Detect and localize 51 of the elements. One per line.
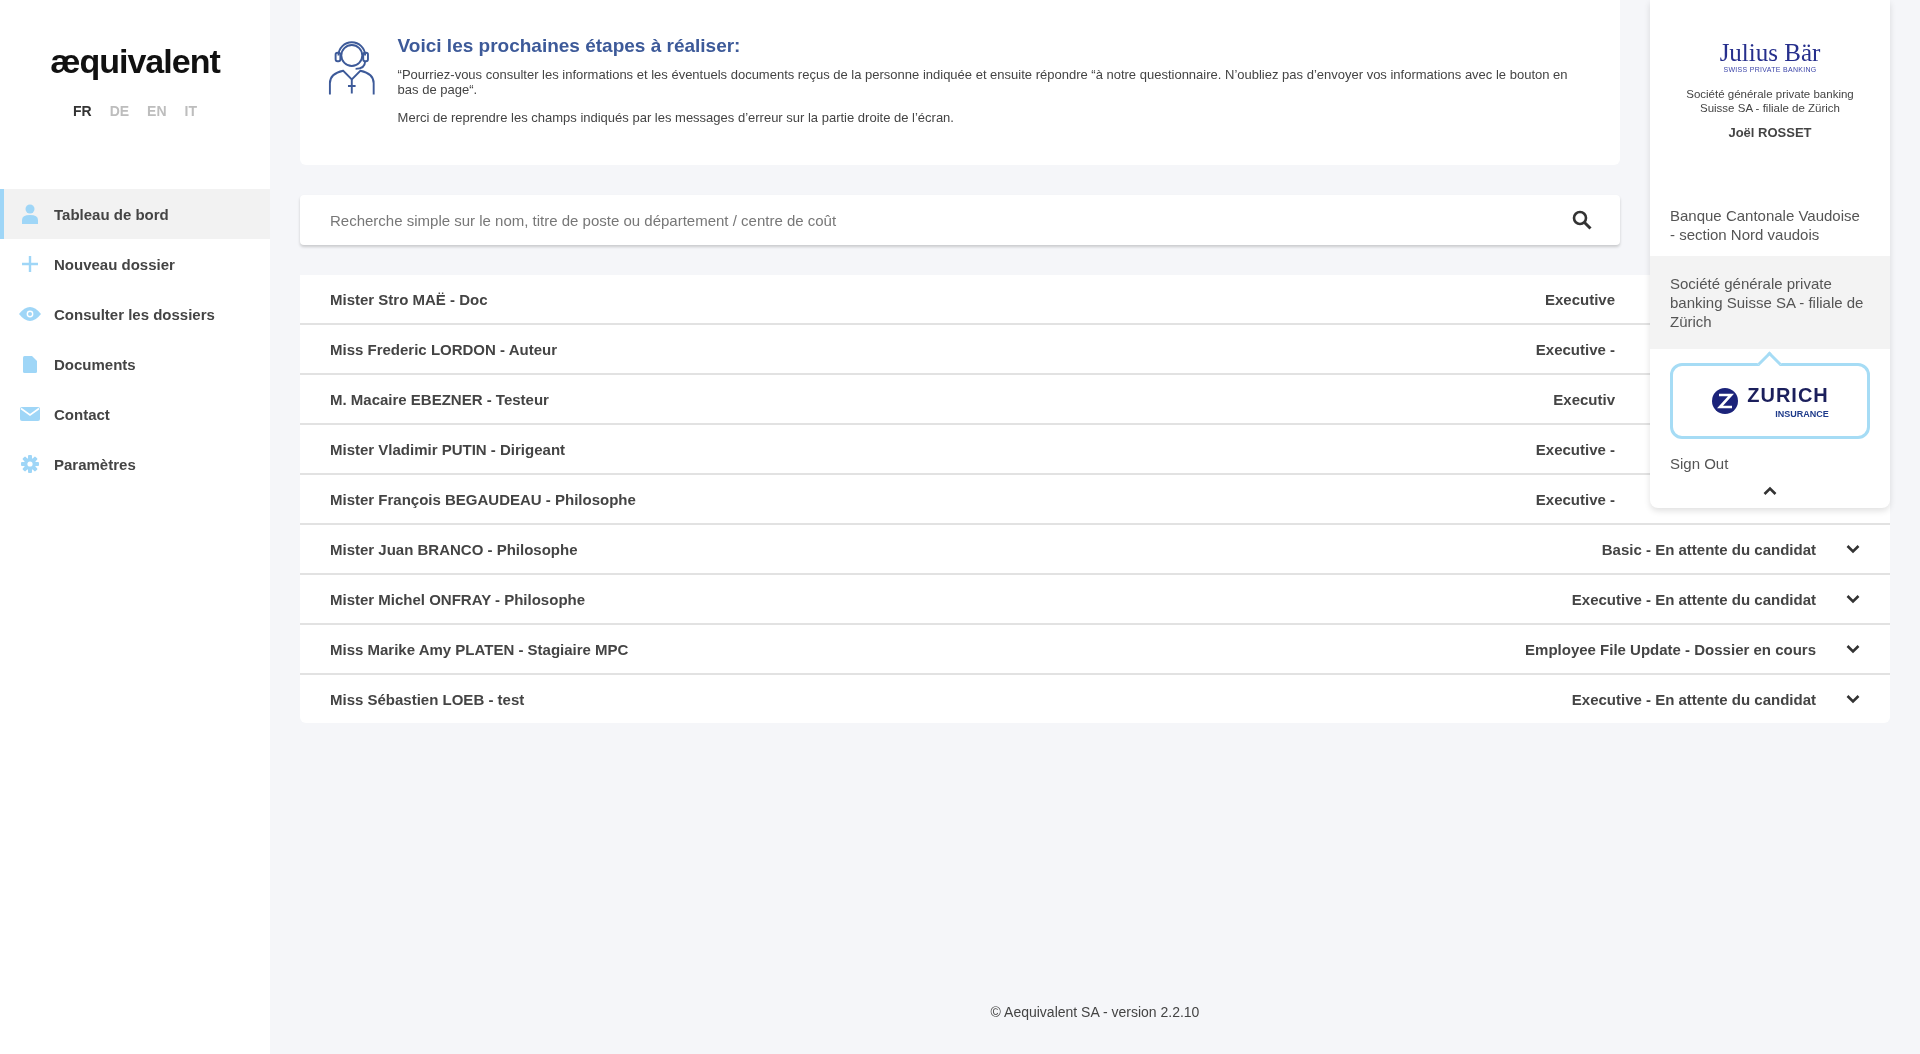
footer-text: © Aequivalent SA - version 2.2.10 — [990, 1004, 1200, 1020]
file-name: Mister Michel ONFRAY - Philosophe — [330, 590, 587, 608]
file-status: Executive - En attente du candidat — [1571, 690, 1816, 708]
search-icon — [1572, 210, 1592, 230]
file-status: Executive - En attente du candidat — [1571, 590, 1816, 608]
eye-icon — [19, 307, 41, 321]
file-name: Miss Sébastien LOEB - test — [330, 690, 526, 708]
logo-wordmark: ZURICH — [1747, 383, 1829, 406]
file-status: Basic - En attente du candidat — [1601, 540, 1816, 558]
collapse-chevron-icon[interactable] — [1763, 486, 1777, 496]
file-status: Executiv — [1553, 390, 1615, 408]
nav-item[interactable]: Contact — [0, 389, 270, 439]
expand-chevron-icon[interactable] — [1846, 694, 1860, 704]
user-name: Joël ROSSET — [1728, 125, 1812, 140]
file-name: M. Macaire EBEZNER - Testeur — [330, 390, 550, 408]
file-name: Mister Vladimir PUTIN - Dirigeant — [330, 440, 567, 458]
expand-chevron-icon[interactable] — [1846, 594, 1860, 604]
nav-item[interactable]: Tableau de bord — [0, 189, 270, 239]
expand-chevron-icon[interactable] — [1846, 544, 1860, 554]
company-option[interactable]: Banque Cantonale Vaudoise - section Nord vaudois — [1650, 198, 1890, 256]
file-name: Miss Marike Amy PLATEN - Stagiaire MPC — [330, 640, 630, 658]
logo: æquivalent — [50, 42, 220, 81]
language-link[interactable]: FR — [73, 103, 92, 119]
envelope-icon — [20, 407, 40, 421]
notice-text: Merci de reprendre les champs indiqués par les messages d’erreur sur la partie droite de l’écran. — [397, 110, 955, 125]
file-name: Miss Frederic LORDON - Auteur — [330, 340, 558, 358]
sign-out-link[interactable]: Sign Out — [1670, 455, 1729, 472]
file-status: Executive — [1544, 290, 1615, 308]
file-status: Executive - — [1535, 490, 1615, 508]
company-option[interactable]: Société générale private banking Suisse SA - filiale de Zürich — [1650, 256, 1890, 349]
plus-icon — [21, 255, 39, 273]
file-name: Mister Stro MAË - Doc — [330, 290, 489, 308]
logo-icon — [1711, 387, 1740, 415]
file-name: Mister François BEGAUDEAU - Philosophe — [330, 490, 637, 508]
logo-tagline: INSURANCE — [1775, 408, 1829, 419]
nav-item[interactable]: Paramètres — [0, 439, 270, 489]
expand-chevron-icon[interactable] — [1846, 644, 1860, 654]
file-status: Employee File Update - Dossier en cours — [1525, 640, 1816, 658]
company-name: Société générale private banking Suisse SA - filiale de Zürich — [1685, 87, 1855, 115]
notice-title: Voici les prochaines étapes à réaliser: — [397, 35, 742, 57]
file-name: Mister Juan BRANCO - Philosophe — [330, 540, 579, 558]
nav-item[interactable]: Documents — [0, 339, 270, 389]
file-status: Executive - — [1535, 340, 1615, 358]
settings-icon — [21, 455, 39, 473]
nav-item[interactable]: Consulter les dossiers — [0, 289, 270, 339]
document-icon — [23, 355, 37, 373]
notice-text: “Pourriez-vous consulter les informations et les éventuels documents reçus de la personne indiquée et ensuite répondre “à notre questionnaire. N’oubliez pas d’envoyer vos informations avec le bouton en bas de page“. — [397, 67, 1569, 97]
person-icon — [22, 204, 38, 224]
nav-item[interactable]: Nouveau dossier — [0, 239, 270, 289]
search-field[interactable]: Recherche simple sur le nom, titre de poste ou département / centre de coût — [300, 195, 1620, 245]
file-status: Executive - — [1535, 440, 1615, 458]
